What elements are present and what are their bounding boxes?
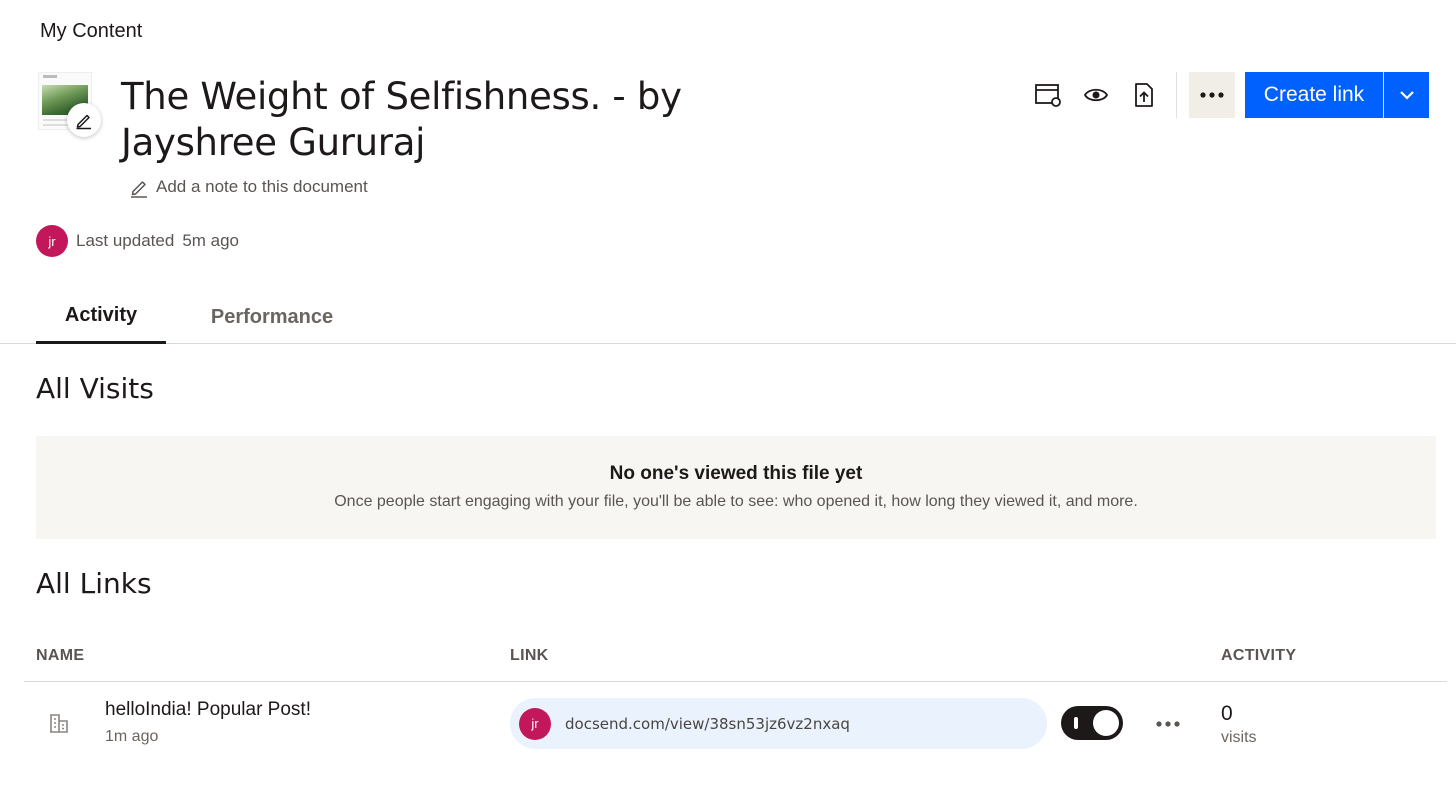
all-visits-heading: All Visits [36, 372, 154, 405]
add-note-label: Add a note to this document [156, 177, 368, 196]
visits-label: visits [1221, 729, 1257, 746]
breadcrumb[interactable]: My Content [40, 20, 142, 43]
all-links-heading: All Links [36, 567, 152, 600]
upload-file-icon [1135, 83, 1153, 107]
column-header-name[interactable]: NAME [36, 647, 84, 665]
empty-state-title: No one's viewed this file yet [609, 463, 863, 484]
more-options-button[interactable] [1189, 72, 1235, 118]
more-icon [1156, 721, 1180, 727]
create-link-dropdown[interactable] [1384, 72, 1429, 118]
tab-performance[interactable]: Performance [196, 290, 348, 344]
link-name[interactable]: helloIndia! Popular Post! [105, 699, 311, 721]
visits-empty-state: No one's viewed this file yet Once peopl… [36, 436, 1436, 539]
document-toolbar: Create link [1024, 72, 1429, 118]
link-enabled-toggle[interactable] [1061, 706, 1123, 740]
preview-button[interactable] [1072, 72, 1120, 118]
document-thumbnail[interactable] [36, 70, 102, 138]
visits-count: 0 [1221, 702, 1233, 725]
toggle-knob [1093, 710, 1119, 736]
settings-button[interactable] [1024, 72, 1072, 118]
building-icon [50, 714, 68, 733]
empty-state-description: Once people start engaging with your fil… [334, 493, 1138, 510]
updated-time: 5m ago [182, 231, 240, 250]
last-updated: jr Last updated 5m ago [36, 225, 239, 257]
create-link-button-group: Create link [1245, 72, 1429, 118]
link-created-time: 1m ago [105, 728, 159, 745]
toolbar-divider [1176, 72, 1177, 118]
column-header-activity[interactable]: ACTIVITY [1221, 647, 1296, 665]
column-header-link: LINK [510, 647, 549, 664]
chevron-down-icon [1399, 91, 1414, 100]
document-title: The Weight of Selfishness. - by Jayshree… [121, 75, 682, 164]
pencil-icon [131, 181, 147, 198]
settings-window-icon [1035, 84, 1061, 107]
edit-thumbnail-button[interactable] [67, 103, 101, 137]
upload-version-button[interactable] [1120, 72, 1168, 118]
button-divider [1383, 72, 1384, 118]
link-url: docsend.com/view/38sn53jz6vz2nxaq [565, 714, 850, 733]
create-link-button[interactable]: Create link [1245, 72, 1383, 118]
avatar: jr [519, 707, 551, 740]
link-url-pill[interactable]: jr docsend.com/view/38sn53jz6vz2nxaq [510, 698, 1047, 749]
add-note-button[interactable]: Add a note to this document [128, 176, 368, 198]
tab-bar: Activity Performance [0, 290, 1456, 344]
link-more-button[interactable] [1150, 710, 1186, 738]
avatar: jr [36, 225, 68, 257]
table-divider [24, 681, 1447, 682]
updated-label: Last updated [76, 231, 175, 250]
pencil-icon [76, 114, 91, 130]
eye-icon [1083, 88, 1109, 102]
tab-activity[interactable]: Activity [36, 290, 166, 344]
toggle-on-indicator [1074, 717, 1078, 729]
more-icon [1200, 92, 1224, 98]
